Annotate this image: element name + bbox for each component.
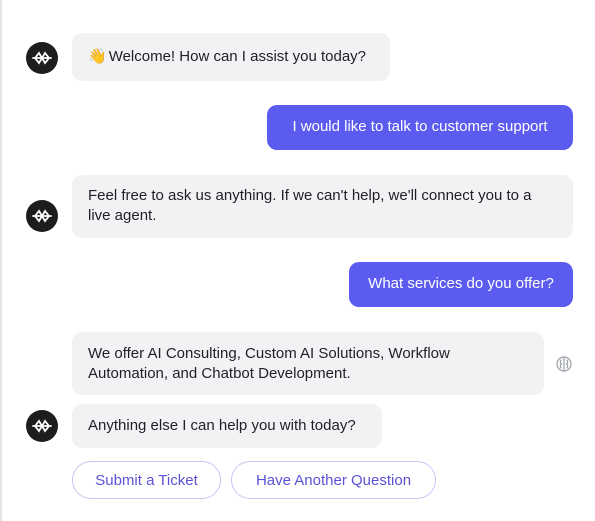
chat-window: 👋 Welcome! How can I assist you today? I … [0,0,595,521]
message-text: What services do you offer? [368,275,554,292]
message-text: Feel free to ask us anything. If we can'… [88,187,532,224]
message-text: Welcome! How can I assist you today? [108,48,367,65]
submit-ticket-button[interactable]: Submit a Ticket [72,461,221,499]
bot-logo-icon [32,51,52,65]
bot-logo-icon [32,209,52,223]
message-text: I would like to talk to customer support [292,118,548,135]
divider [0,0,2,521]
bot-message: 👋 Welcome! How can I assist you today? [72,33,390,81]
bot-message: Feel free to ask us anything. If we can'… [72,175,573,238]
bot-message: We offer AI Consulting, Custom AI Soluti… [72,332,544,395]
quick-reply-label: Have Another Question [255,471,412,489]
message-text: Anything else I can help you with today? [88,417,356,434]
user-message: What services do you offer? [349,262,573,307]
quick-reply-label: Submit a Ticket [95,471,198,489]
brain-icon[interactable] [554,354,574,374]
bot-avatar [26,410,58,442]
user-message: I would like to talk to customer support [267,105,573,150]
message-text: We offer AI Consulting, Custom AI Soluti… [88,345,450,382]
bot-avatar [26,200,58,232]
another-question-button[interactable]: Have Another Question [231,461,436,499]
bot-logo-icon [32,419,52,433]
bot-message: Anything else I can help you with today? [72,404,382,448]
bot-avatar [26,42,58,74]
waving-hand-emoji: 👋 [88,48,107,65]
